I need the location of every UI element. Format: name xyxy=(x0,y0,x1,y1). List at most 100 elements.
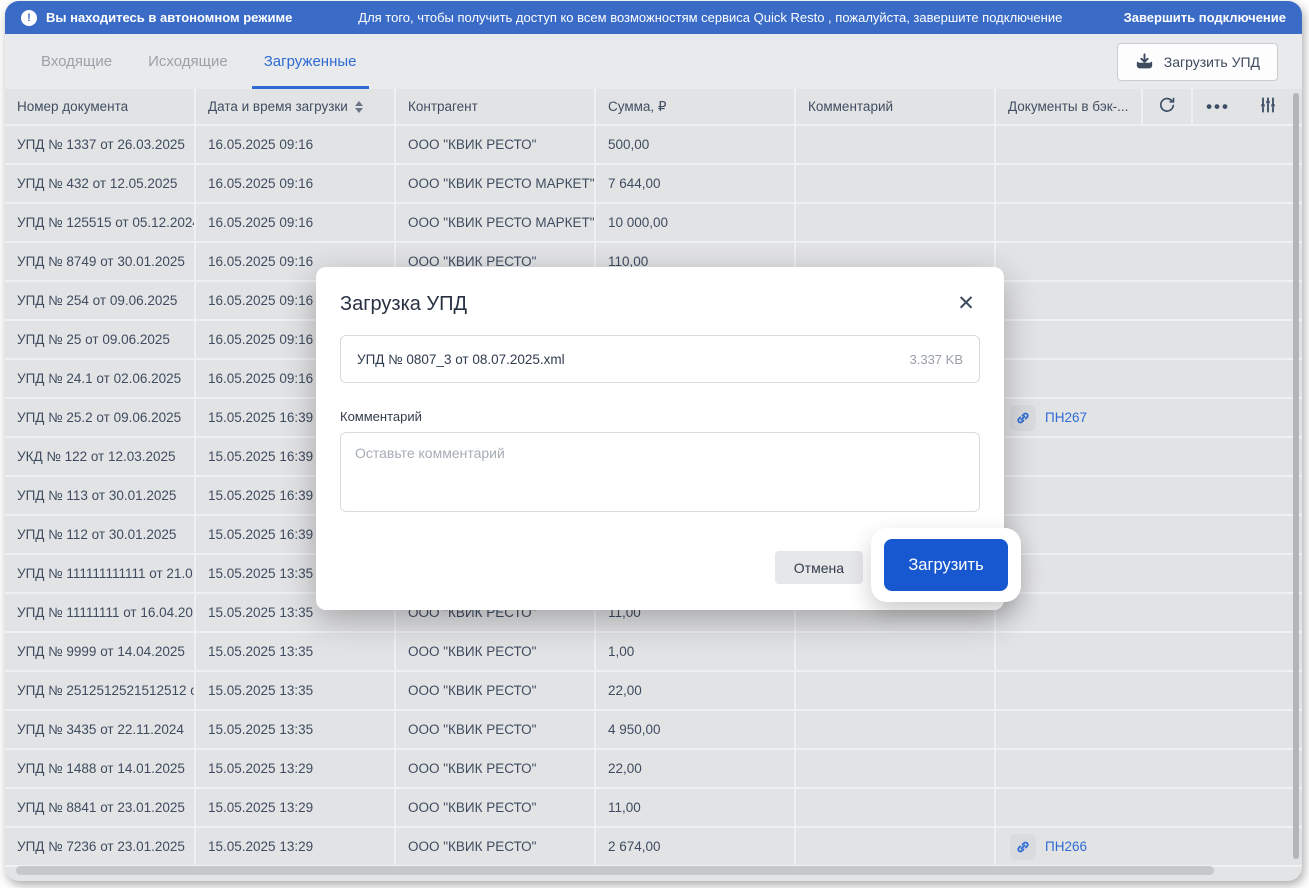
cell-counterparty: ООО "КВИК РЕСТО" xyxy=(396,672,596,709)
cell-comment xyxy=(796,750,996,787)
cell-backoffice-doc xyxy=(996,672,1302,709)
cell-uploaded-at: 16.05.2025 09:16 xyxy=(196,126,396,163)
cell-comment xyxy=(796,789,996,826)
tab-1[interactable]: Исходящие xyxy=(136,34,240,89)
tray-arrow-down-icon xyxy=(1135,52,1154,71)
cell-amount: 500,00 xyxy=(596,126,796,163)
cell-counterparty: ООО "КВИК РЕСТО МАРКЕТ" xyxy=(396,204,596,241)
cell-document-number: УПД № 1337 от 26.03.2025 xyxy=(5,126,196,163)
column-header-uploaded-at[interactable]: Дата и время загрузки xyxy=(196,89,396,124)
refresh-button[interactable] xyxy=(1143,89,1193,124)
cell-document-number: УПД № 8841 от 23.01.2025 xyxy=(5,789,196,826)
submit-upload-button[interactable]: Загрузить xyxy=(884,539,1008,591)
cell-uploaded-at: 15.05.2025 13:35 xyxy=(196,633,396,670)
cell-counterparty: ООО "КВИК РЕСТО МАРКЕТ" xyxy=(396,165,596,202)
cell-document-number: УПД № 11111111 от 16.04.20… xyxy=(5,594,196,631)
cell-comment xyxy=(796,126,996,163)
cell-document-number: УПД № 1488 от 14.01.2025 xyxy=(5,750,196,787)
comment-input[interactable] xyxy=(340,432,980,512)
chain-link-icon[interactable] xyxy=(1010,834,1036,860)
column-header-number[interactable]: Номер документа xyxy=(5,89,196,124)
table-row[interactable]: УПД № 125515 от 05.12.2024 16.05.2025 09… xyxy=(5,204,1302,243)
backoffice-doc-link[interactable]: ПН267 xyxy=(1045,410,1087,425)
cell-counterparty: ООО "КВИК РЕСТО" xyxy=(396,750,596,787)
cell-document-number: УПД № 25.2 от 09.06.2025 xyxy=(5,399,196,436)
exclamation-circle-icon: ! xyxy=(21,10,37,26)
offline-banner: ! Вы находитесь в автономном режиме Для … xyxy=(5,1,1302,34)
column-header-backoffice-docs[interactable]: Документы в бэк-... xyxy=(996,89,1143,124)
cell-document-number: УПД № 432 от 12.05.2025 xyxy=(5,165,196,202)
upload-upd-button[interactable]: Загрузить УПД xyxy=(1117,43,1278,81)
file-name: УПД № 0807_3 от 08.07.2025.xml xyxy=(357,352,565,367)
column-header-comment[interactable]: Комментарий xyxy=(796,89,996,124)
table-row[interactable]: УПД № 3435 от 22.11.2024 15.05.2025 13:3… xyxy=(5,711,1302,750)
upload-upd-modal: Загрузка УПД ✕ УПД № 0807_3 от 08.07.202… xyxy=(316,267,1004,610)
close-icon[interactable]: ✕ xyxy=(954,291,978,315)
cell-counterparty: ООО "КВИК РЕСТО" xyxy=(396,789,596,826)
tab-0[interactable]: Входящие xyxy=(29,34,124,89)
sort-arrows-icon[interactable] xyxy=(355,101,363,113)
cell-backoffice-doc: ПН267 xyxy=(996,399,1302,436)
sliders-icon xyxy=(1258,95,1278,118)
cell-backoffice-doc xyxy=(996,516,1302,553)
cell-amount: 4 950,00 xyxy=(596,711,796,748)
table-row[interactable]: УПД № 1488 от 14.01.2025 15.05.2025 13:2… xyxy=(5,750,1302,789)
cell-uploaded-at: 15.05.2025 13:35 xyxy=(196,672,396,709)
cell-counterparty: ООО "КВИК РЕСТО" xyxy=(396,711,596,748)
tabs-bar: Входящие Исходящие Загруженные Загрузить… xyxy=(5,34,1302,89)
table-row[interactable]: УПД № 9999 от 14.04.2025 15.05.2025 13:3… xyxy=(5,633,1302,672)
offline-status-text: Вы находитесь в автономном режиме xyxy=(46,10,292,25)
cell-document-number: УПД № 113 от 30.01.2025 xyxy=(5,477,196,514)
cell-document-number: УПД № 24.1 от 02.06.2025 xyxy=(5,360,196,397)
column-header-amount[interactable]: Сумма, ₽ xyxy=(596,89,796,124)
horizontal-scrollbar-thumb[interactable] xyxy=(16,866,1214,875)
cell-uploaded-at: 15.05.2025 13:29 xyxy=(196,750,396,787)
cell-document-number: УКД № 122 от 12.03.2025 xyxy=(5,438,196,475)
column-settings-button[interactable] xyxy=(1243,89,1293,124)
cell-backoffice-doc xyxy=(996,477,1302,514)
cell-amount: 1,00 xyxy=(596,633,796,670)
offline-status: ! Вы находитесь в автономном режиме xyxy=(21,10,321,26)
cell-document-number: УПД № 125515 от 05.12.2024 xyxy=(5,204,196,241)
table-row[interactable]: УПД № 2512512521512512 от… 15.05.2025 13… xyxy=(5,672,1302,711)
cell-comment xyxy=(796,711,996,748)
chain-link-icon[interactable] xyxy=(1010,405,1036,431)
cell-backoffice-doc xyxy=(996,594,1302,631)
column-header-counterparty[interactable]: Контрагент xyxy=(396,89,596,124)
cancel-button[interactable]: Отмена xyxy=(775,551,863,584)
upload-upd-button-label: Загрузить УПД xyxy=(1164,54,1260,70)
modal-title: Загрузка УПД xyxy=(340,291,980,317)
ellipsis-icon: ••• xyxy=(1206,98,1230,115)
refresh-icon xyxy=(1157,95,1177,118)
cell-comment xyxy=(796,633,996,670)
cell-amount: 22,00 xyxy=(596,750,796,787)
table-row[interactable]: УПД № 1337 от 26.03.2025 16.05.2025 09:1… xyxy=(5,126,1302,165)
cell-document-number: УПД № 111111111111 от 21.0… xyxy=(5,555,196,592)
file-size: 3.337 KB xyxy=(910,352,964,367)
table-row[interactable]: УПД № 8841 от 23.01.2025 15.05.2025 13:2… xyxy=(5,789,1302,828)
cell-amount: 22,00 xyxy=(596,672,796,709)
cell-backoffice-doc xyxy=(996,321,1302,358)
backoffice-doc-link[interactable]: ПН266 xyxy=(1045,839,1087,854)
comment-label: Комментарий xyxy=(340,409,980,424)
cell-uploaded-at: 15.05.2025 13:29 xyxy=(196,828,396,865)
selected-file-row: УПД № 0807_3 от 08.07.2025.xml 3.337 KB xyxy=(340,335,980,383)
cell-counterparty: ООО "КВИК РЕСТО" xyxy=(396,633,596,670)
more-actions-button[interactable]: ••• xyxy=(1193,89,1243,124)
table-row[interactable]: УПД № 7236 от 23.01.2025 15.05.2025 13:2… xyxy=(5,828,1302,867)
table-header: Номер документа Дата и время загрузки Ко… xyxy=(5,89,1302,126)
app-window: ! Вы находитесь в автономном режиме Для … xyxy=(5,1,1302,881)
cell-backoffice-doc: ПН266 xyxy=(996,828,1302,865)
cell-uploaded-at: 16.05.2025 09:16 xyxy=(196,204,396,241)
cell-document-number: УПД № 8749 от 30.01.2025 xyxy=(5,243,196,280)
table-row[interactable]: УПД № 432 от 12.05.2025 16.05.2025 09:16… xyxy=(5,165,1302,204)
tabs: Входящие Исходящие Загруженные xyxy=(29,34,381,89)
cell-document-number: УПД № 112 от 30.01.2025 xyxy=(5,516,196,553)
vertical-scrollbar-thumb[interactable] xyxy=(1293,93,1299,859)
offline-message: Для того, чтобы получить доступ ко всем … xyxy=(321,10,1100,25)
cell-backoffice-doc xyxy=(996,438,1302,475)
cell-backoffice-doc xyxy=(996,204,1302,241)
finish-connection-button[interactable]: Завершить подключение xyxy=(1124,10,1286,25)
cell-backoffice-doc xyxy=(996,555,1302,592)
tab-2[interactable]: Загруженные xyxy=(252,34,369,89)
